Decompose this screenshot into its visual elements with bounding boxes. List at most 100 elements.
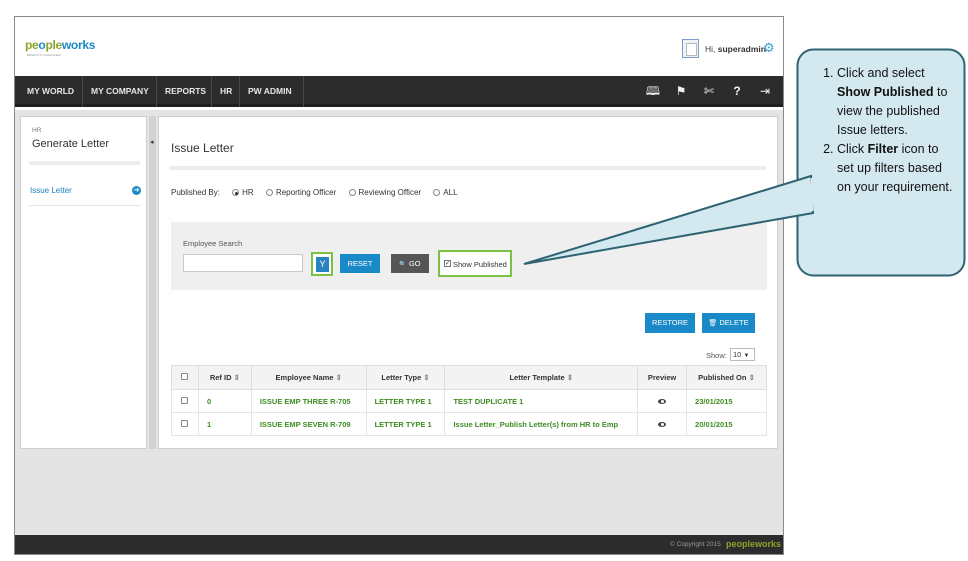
radio-reporting-officer[interactable] xyxy=(265,189,273,196)
radio-reviewing-officer[interactable] xyxy=(348,189,356,196)
column-header-letter-type[interactable]: Letter Type ⇕ xyxy=(365,365,446,390)
main-nav: MY WORLD MY COMPANY REPORTS HR PW ADMIN … xyxy=(15,76,783,107)
nav-my-world[interactable]: MY WORLD xyxy=(19,76,82,107)
main-panel: Issue Letter Published By: HR Reporting … xyxy=(158,116,778,449)
logo-text-part: ple xyxy=(45,38,62,52)
radio-reporting-officer-label[interactable]: Reporting Officer xyxy=(276,188,336,197)
cell-letter-type: LETTER TYPE 1 xyxy=(365,412,446,436)
row-checkbox[interactable] xyxy=(181,396,189,404)
row-checkbox-cell[interactable] xyxy=(171,412,199,436)
column-label: Employee Name xyxy=(275,373,334,382)
sidebar-divider xyxy=(29,161,140,165)
sidebar-item-issue-letter[interactable]: Issue Letter ➜ xyxy=(29,182,141,206)
eye-icon[interactable] xyxy=(658,421,667,427)
cell-preview[interactable] xyxy=(637,389,688,413)
show-published-checkbox[interactable]: ✓ xyxy=(444,260,451,267)
step-emphasis: Filter xyxy=(867,142,899,156)
cell-letter-template[interactable]: Issue Letter_Publish Letter(s) from HR t… xyxy=(444,412,639,436)
row-checkbox-cell[interactable] xyxy=(171,389,199,413)
sidebar-title: Generate Letter xyxy=(32,138,110,150)
cell-employee-name[interactable]: ISSUE EMP THREE R-705 xyxy=(250,389,367,413)
column-label: Letter Template xyxy=(509,373,565,382)
user-greeting: Hi, superadmin xyxy=(705,44,766,54)
trash-icon: 🗑 xyxy=(708,320,718,327)
column-header-published-on[interactable]: Published On ⇕ xyxy=(686,365,767,390)
sort-icon: ⇕ xyxy=(748,373,755,382)
chevron-left-icon: ◂ xyxy=(150,139,154,146)
cell-preview[interactable] xyxy=(637,412,688,436)
app-window: peopleworks BENEFITS UNLEASHED Hi, super… xyxy=(14,16,784,555)
gear-icon[interactable]: ⚙ xyxy=(763,40,775,56)
delete-button[interactable]: 🗑 DELETE xyxy=(702,313,755,333)
footer-logo: peopleworks xyxy=(726,539,782,549)
help-icon[interactable]: ? xyxy=(723,76,751,107)
radio-hr-label[interactable]: HR xyxy=(242,188,254,197)
page-title: Issue Letter xyxy=(171,141,234,155)
logout-icon[interactable]: ⇥ xyxy=(751,76,779,107)
callout-step-1: Click and select Show Published to view … xyxy=(837,64,956,140)
select-all-checkbox-cell[interactable] xyxy=(171,365,199,390)
peopleworks-logo[interactable]: peopleworks xyxy=(25,38,95,52)
go-button[interactable]: 🔍 GO xyxy=(391,254,429,273)
filter-button[interactable]: Y xyxy=(311,252,333,276)
tools-icon[interactable]: ✄ xyxy=(695,76,723,107)
logo-text-part: pe xyxy=(25,38,39,52)
step-text: Click and select xyxy=(837,66,925,80)
nav-pw-admin[interactable]: PW ADMIN xyxy=(240,76,300,107)
employee-search-input[interactable] xyxy=(183,254,303,272)
cell-published-on: 20/01/2015 xyxy=(686,412,767,436)
flag-icon[interactable]: ⚑ xyxy=(667,76,695,107)
column-label: Published On xyxy=(698,373,747,382)
table-header-row: Ref ID ⇕ Employee Name ⇕ Letter Type ⇕ L… xyxy=(171,365,767,390)
column-header-employee-name[interactable]: Employee Name ⇕ xyxy=(250,365,367,390)
published-by-filter: Published By: HR Reporting Officer Revie… xyxy=(171,188,458,197)
sidebar-section-label: HR xyxy=(32,127,42,134)
filter-icon: Y xyxy=(316,257,329,272)
restore-button[interactable]: RESTORE xyxy=(645,313,695,333)
show-published-toggle[interactable]: ✓ Show Published xyxy=(438,250,512,277)
column-header-preview: Preview xyxy=(637,365,688,390)
username[interactable]: superadmin xyxy=(718,44,766,54)
cell-letter-template[interactable]: TEST DUPLICATE 1 xyxy=(444,389,639,413)
column-label: Ref ID xyxy=(209,373,232,382)
step-text: Click xyxy=(837,142,865,156)
reset-button[interactable]: RESET xyxy=(340,254,380,273)
issued-letters-table: Ref ID ⇕ Employee Name ⇕ Letter Type ⇕ L… xyxy=(171,365,767,436)
radio-hr[interactable] xyxy=(232,189,240,196)
radio-reviewing-officer-label[interactable]: Reviewing Officer xyxy=(359,188,422,197)
sidebar-item-label: Issue Letter xyxy=(30,186,72,195)
show-published-label[interactable]: Show Published xyxy=(453,260,507,269)
step-emphasis: Show Published xyxy=(837,85,934,99)
table-row: 1 ISSUE EMP SEVEN R-709 LETTER TYPE 1 Is… xyxy=(171,412,767,436)
callout-step-2: Click Filter icon to set up filters base… xyxy=(837,140,956,197)
logo-tagline: BENEFITS UNLEASHED xyxy=(27,53,61,57)
search-icon: 🔍 xyxy=(399,262,407,268)
cell-published-on: 23/01/2015 xyxy=(686,389,767,413)
cell-employee-name[interactable]: ISSUE EMP SEVEN R-709 xyxy=(250,412,367,436)
radio-all-label[interactable]: ALL xyxy=(443,188,457,197)
sort-icon: ⇕ xyxy=(423,373,430,382)
column-header-ref-id[interactable]: Ref ID ⇕ xyxy=(197,365,252,390)
cell-ref-id: 0 xyxy=(197,389,252,413)
column-header-letter-template[interactable]: Letter Template ⇕ xyxy=(444,365,639,390)
nav-my-company[interactable]: MY COMPANY xyxy=(83,76,157,107)
row-checkbox[interactable] xyxy=(181,419,189,427)
callout-instructions: Click and select Show Published to view … xyxy=(816,64,956,197)
published-by-label: Published By: xyxy=(171,188,220,197)
eye-icon[interactable] xyxy=(658,398,667,404)
employee-search-panel: Employee Search Y RESET 🔍 GO ✓ Show Publ… xyxy=(171,222,767,290)
user-avatar-icon[interactable] xyxy=(682,39,699,58)
page-size-select[interactable]: 10 ▼ xyxy=(730,348,755,361)
content-area: HR Generate Letter Issue Letter ➜ ◂ Issu… xyxy=(15,110,783,535)
sidebar-collapse-handle[interactable]: ◂ xyxy=(149,116,156,449)
nav-hr[interactable]: HR xyxy=(212,76,240,107)
logo-text-part: works xyxy=(61,38,96,52)
sort-icon: ⇕ xyxy=(233,373,240,382)
page-footer: © Copyright 2015 peopleworks xyxy=(15,535,783,554)
select-all-checkbox[interactable] xyxy=(181,373,189,380)
radio-all[interactable] xyxy=(433,189,441,196)
employee-search-label: Employee Search xyxy=(183,239,243,248)
nav-reports[interactable]: REPORTS xyxy=(157,76,214,107)
book-icon[interactable]: 🕮 xyxy=(639,76,667,107)
greeting-prefix: Hi, xyxy=(705,44,716,54)
